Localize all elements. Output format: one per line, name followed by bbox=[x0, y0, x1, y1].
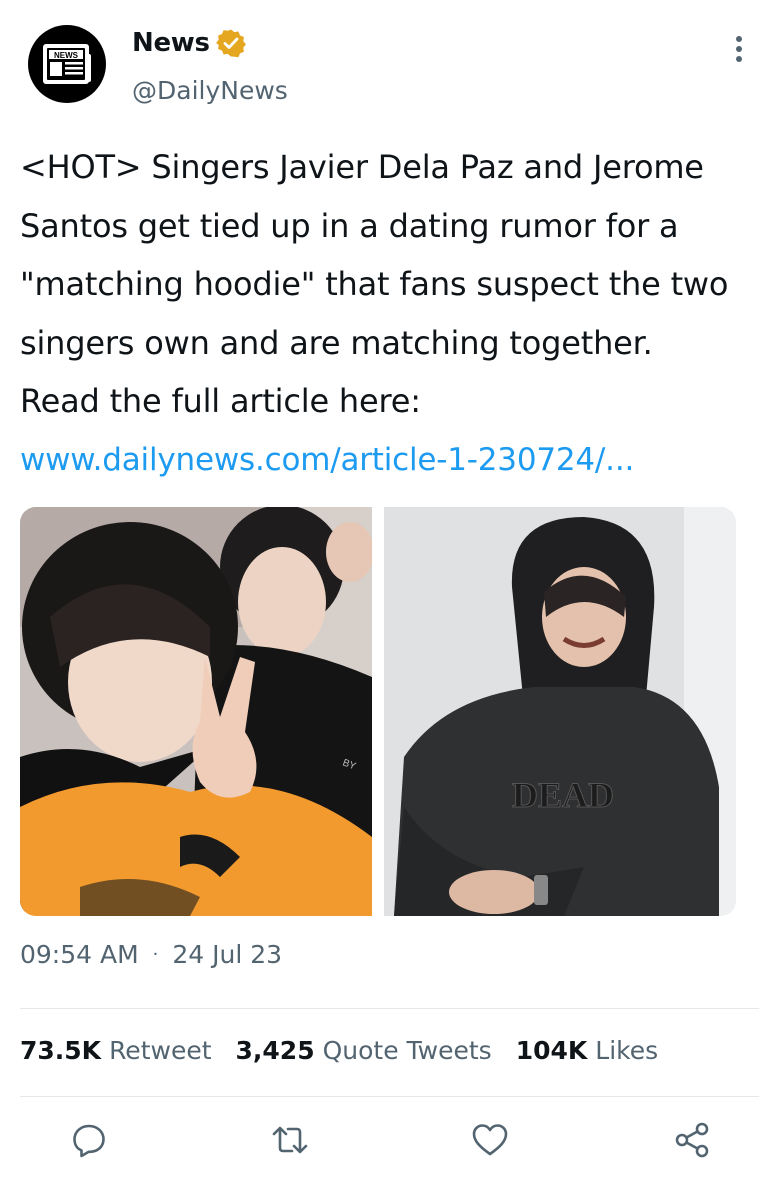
photo-left-image: BY bbox=[20, 507, 372, 916]
likes-stat[interactable]: 104K Likes bbox=[516, 1036, 658, 1065]
tweet-stats: 73.5K Retweet 3,425 Quote Tweets 104K Li… bbox=[20, 1036, 682, 1065]
avatar-text: NEWS bbox=[54, 51, 79, 60]
photo-left[interactable]: BY bbox=[20, 507, 372, 916]
reply-icon[interactable] bbox=[69, 1120, 109, 1160]
tweet-actions bbox=[0, 1120, 779, 1164]
likes-label: Likes bbox=[595, 1036, 659, 1065]
retweets-count: 73.5K bbox=[20, 1036, 102, 1065]
tweet-text: <HOT> Singers Javier Dela Paz and Jerome… bbox=[20, 148, 729, 420]
article-link[interactable]: www.dailynews.com/article-1-230724/... bbox=[20, 431, 634, 489]
author-name[interactable]: News bbox=[132, 28, 210, 58]
photo-right[interactable]: DEAD bbox=[384, 507, 736, 916]
newspaper-icon: NEWS bbox=[43, 44, 91, 84]
retweets-stat[interactable]: 73.5K Retweet bbox=[20, 1036, 212, 1065]
photo-right-image: DEAD bbox=[384, 507, 736, 916]
meta-separator: · bbox=[152, 944, 159, 965]
tweet-time[interactable]: 09:54 AM bbox=[20, 940, 139, 969]
media-grid: BY DEAD bbox=[20, 507, 736, 916]
author-name-row: News bbox=[132, 28, 246, 58]
quotes-stat[interactable]: 3,425 Quote Tweets bbox=[236, 1036, 492, 1065]
author-handle[interactable]: @DailyNews bbox=[132, 76, 288, 105]
photo-right-hoodie-text: DEAD bbox=[512, 775, 614, 815]
quotes-label: Quote Tweets bbox=[322, 1036, 492, 1065]
quotes-count: 3,425 bbox=[235, 1036, 315, 1065]
tweet-meta: 09:54 AM · 24 Jul 23 bbox=[20, 940, 282, 969]
avatar[interactable]: NEWS bbox=[28, 25, 106, 103]
likes-count: 104K bbox=[515, 1036, 588, 1065]
more-options-icon[interactable] bbox=[727, 34, 751, 64]
divider bbox=[20, 1096, 759, 1097]
tweet-date[interactable]: 24 Jul 23 bbox=[172, 940, 282, 969]
retweet-icon[interactable] bbox=[270, 1120, 310, 1160]
retweets-label: Retweet bbox=[109, 1036, 212, 1065]
like-icon[interactable] bbox=[470, 1120, 510, 1160]
divider bbox=[20, 1008, 759, 1009]
share-icon[interactable] bbox=[672, 1120, 712, 1160]
verified-badge-icon bbox=[215, 29, 246, 58]
